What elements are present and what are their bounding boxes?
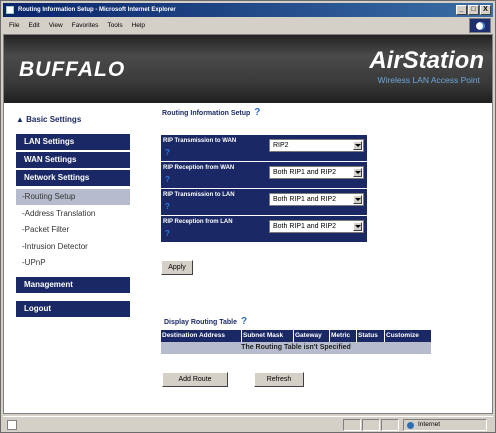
- help-icon[interactable]: ?: [165, 175, 170, 184]
- status-cell: [381, 419, 399, 431]
- chevron-down-icon[interactable]: [353, 222, 362, 231]
- column-header: Status: [357, 330, 385, 342]
- chevron-down-icon[interactable]: [353, 195, 362, 204]
- rip-rx-lan-select[interactable]: Both RIP1 and RIP2: [269, 220, 364, 233]
- menu-favorites[interactable]: Favorites: [72, 22, 99, 29]
- nav-network-settings[interactable]: Network Settings: [16, 170, 130, 186]
- product-logo: AirStation: [369, 47, 484, 74]
- maximize-button[interactable]: □: [468, 5, 479, 15]
- nav-address-translation[interactable]: -Address Translation: [16, 206, 130, 222]
- help-icon[interactable]: ?: [165, 229, 170, 238]
- chevron-down-icon[interactable]: [353, 168, 362, 177]
- basic-settings-link[interactable]: ▲ Basic Settings: [16, 115, 81, 124]
- add-route-button[interactable]: Add Route: [162, 372, 228, 387]
- nav-intrusion-detector[interactable]: -Intrusion Detector: [16, 239, 130, 255]
- rip-tx-wan-row: RIP Transmission to WAN ? RIP2: [161, 135, 367, 161]
- nav-wan-settings[interactable]: WAN Settings: [16, 152, 130, 168]
- rip-rx-wan-label: RIP Reception from WAN: [163, 165, 235, 171]
- window-title: Routing Information Setup - Microsoft In…: [18, 7, 176, 13]
- rip-tx-wan-label: RIP Transmission to WAN: [163, 138, 237, 144]
- nav-logout[interactable]: Logout: [16, 301, 130, 317]
- ie-icon: [6, 6, 14, 14]
- chevron-down-icon[interactable]: [353, 141, 362, 150]
- menu-bar: File Edit View Favorites Tools Help: [3, 18, 493, 33]
- nav-upnp[interactable]: -UPnP: [16, 255, 130, 271]
- rip-tx-wan-select[interactable]: RIP2: [269, 139, 364, 152]
- status-cells: [343, 419, 399, 431]
- column-header: Destination Address: [161, 330, 242, 342]
- rip-tx-lan-select[interactable]: Both RIP1 and RIP2: [269, 193, 364, 206]
- menu-edit[interactable]: Edit: [28, 22, 39, 29]
- minimize-button[interactable]: _: [456, 5, 467, 15]
- column-header: Gateway: [294, 330, 330, 342]
- apply-button[interactable]: Apply: [161, 260, 193, 275]
- routing-setup-title-text: Routing Information Setup: [162, 110, 251, 117]
- ie-throbber-icon: [469, 18, 491, 33]
- routing-table-empty-row: The Routing Table isn't Specified: [161, 342, 431, 354]
- rip-rx-wan-select[interactable]: Both RIP1 and RIP2: [269, 166, 364, 179]
- nav-packet-filter[interactable]: -Packet Filter: [16, 222, 130, 238]
- help-icon[interactable]: ?: [241, 316, 247, 327]
- column-header: Customize: [386, 332, 419, 339]
- column-header: Subnet Mask: [242, 330, 294, 342]
- routing-table-title-text: Display Routing Table: [164, 319, 237, 326]
- brand-logo: BUFFALO: [19, 58, 126, 81]
- status-cell: [362, 419, 380, 431]
- menu-file[interactable]: File: [9, 22, 19, 29]
- help-icon[interactable]: ?: [254, 107, 260, 118]
- menu-tools[interactable]: Tools: [107, 22, 122, 29]
- rip-tx-lan-row: RIP Transmission to LAN ? Both RIP1 and …: [161, 189, 367, 215]
- rip-rx-wan-row: RIP Reception from WAN ? Both RIP1 and R…: [161, 162, 367, 188]
- rip-tx-lan-label: RIP Transmission to LAN: [163, 192, 235, 198]
- window-controls: _ □ X: [456, 5, 491, 15]
- nav-routing-setup[interactable]: -Routing Setup: [16, 189, 130, 205]
- browser-window: Routing Information Setup - Microsoft In…: [0, 0, 496, 433]
- rip-tx-lan-value: Both RIP1 and RIP2: [273, 196, 337, 203]
- rip-rx-lan-label: RIP Reception from LAN: [163, 219, 233, 225]
- rip-rx-lan-value: Both RIP1 and RIP2: [273, 223, 337, 230]
- menu-view[interactable]: View: [49, 22, 63, 29]
- refresh-button[interactable]: Refresh: [254, 372, 304, 387]
- product-tagline: Wireless LAN Access Point: [377, 75, 480, 85]
- nav-management[interactable]: Management: [16, 277, 130, 293]
- menu-help[interactable]: Help: [132, 22, 145, 29]
- routing-table-title: Display Routing Table?: [164, 316, 247, 327]
- help-icon[interactable]: ?: [165, 202, 170, 211]
- rip-rx-wan-value: Both RIP1 and RIP2: [273, 169, 337, 176]
- title-bar: Routing Information Setup - Microsoft In…: [3, 3, 493, 17]
- rip-tx-wan-value: RIP2: [273, 142, 289, 149]
- status-bar: Internet: [3, 416, 493, 432]
- header-banner: BUFFALO AirStation Wireless LAN Access P…: [4, 35, 492, 103]
- status-cell: [343, 419, 361, 431]
- help-icon[interactable]: ?: [165, 148, 170, 157]
- nav-lan-settings[interactable]: LAN Settings: [16, 134, 130, 150]
- routing-table-header: Destination Address Subnet Mask Gateway …: [161, 330, 431, 342]
- column-header: Metric: [330, 330, 357, 342]
- security-zone: Internet: [403, 419, 487, 431]
- close-button[interactable]: X: [480, 5, 491, 15]
- rip-rx-lan-row: RIP Reception from LAN ? Both RIP1 and R…: [161, 216, 367, 242]
- page-content: BUFFALO AirStation Wireless LAN Access P…: [3, 34, 493, 414]
- page-icon: [7, 420, 17, 430]
- routing-setup-title: Routing Information Setup?: [162, 107, 260, 118]
